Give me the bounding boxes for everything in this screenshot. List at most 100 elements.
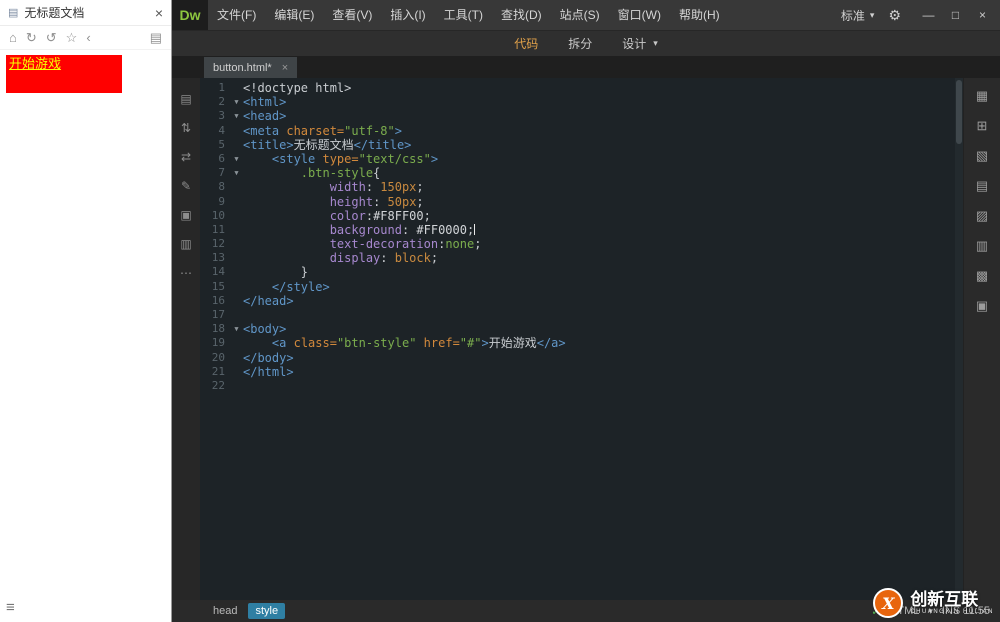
behaviors-panel-icon[interactable]: ▩ [976,268,988,284]
code-token: href= [424,336,460,350]
menu-item-3[interactable]: 插入(I) [381,0,434,30]
code-line[interactable]: 11 background: #FF0000; [200,223,963,237]
chevron-down-icon: ▾ [870,10,875,21]
code-token [243,209,330,223]
code-line[interactable]: 13 display: block; [200,251,963,265]
code-text: <html> [243,95,286,109]
fold-arrow-icon [230,308,243,322]
snippets-icon[interactable]: ▥ [180,237,191,251]
code-line[interactable]: 6▼ <style type="text/css"> [200,152,963,166]
code-line[interactable]: 18▼<body> [200,322,963,336]
code-line[interactable]: 16</head> [200,294,963,308]
menu-item-6[interactable]: 站点(S) [551,0,609,30]
document-tab[interactable]: button.html* × [204,57,297,78]
code-line[interactable]: 15 </style> [200,280,963,294]
files-panel-icon[interactable]: ▦ [976,88,988,104]
code-line[interactable]: 5<title>无标题文档</title> [200,138,963,152]
dreamweaver-logo: Dw [172,0,208,30]
gear-icon[interactable]: ⚙ [888,7,901,24]
code-token: .btn-style [301,166,373,180]
code-line[interactable]: 1<!doctype html> [200,81,963,95]
open-documents-icon[interactable]: ▤ [180,92,191,106]
refresh-icon[interactable]: ↻ [26,30,37,46]
chevron-down-icon[interactable]: ▾ [653,38,658,49]
maximize-button[interactable]: □ [942,0,969,30]
code-line[interactable]: 8 width: 150px; [200,180,963,194]
undo-icon[interactable]: ↺ [46,30,57,46]
start-game-button[interactable]: 开始游戏 [6,55,122,93]
hamburger-menu-icon[interactable]: ≡ [6,599,15,616]
code-token: "utf-8" [344,124,395,138]
fold-arrow-icon[interactable]: ▼ [230,95,243,109]
fold-arrow-icon [230,280,243,294]
assets-panel-icon[interactable]: ▨ [976,208,988,224]
more-tools-icon[interactable]: ⋯ [180,266,192,280]
panel-dock: ▦ ⊞ ▧ ▤ ▨ ▥ ▩ ▣ [963,78,1000,600]
workspace-switcher[interactable]: 标准 ▾ [841,7,875,24]
code-line[interactable]: 20</body> [200,351,963,365]
insert-panel-icon[interactable]: ⊞ [977,118,988,134]
menu-item-5[interactable]: 查找(D) [492,0,551,30]
favorite-star-icon[interactable]: ☆ [66,30,78,46]
fold-arrow-icon[interactable]: ▼ [230,109,243,123]
menu-item-0[interactable]: 文件(F) [208,0,265,30]
close-icon[interactable]: × [155,5,163,21]
file-management-icon[interactable]: ⇅ [181,121,191,135]
code-text: </body> [243,351,294,365]
code-token: <meta [243,124,286,138]
code-line[interactable]: 9 height: 50px; [200,195,963,209]
view-tab-代码[interactable]: 代码 [514,35,538,52]
code-line[interactable]: 19 <a class="btn-style" href="#">开始游戏</a… [200,336,963,350]
preview-toolbar: ⌂ ↻ ↺ ☆ ‹ ▤ [0,26,171,50]
fold-arrow-icon [230,365,243,379]
code-line[interactable]: 3▼<head> [200,109,963,123]
snippets-panel-icon[interactable]: ▥ [976,238,988,254]
menu-item-4[interactable]: 工具(T) [435,0,492,30]
view-tab-设计[interactable]: 设计▾ [622,35,658,52]
menu-item-7[interactable]: 窗口(W) [609,0,670,30]
code-token: 开始游戏 [489,336,537,350]
screen: ▤ 无标题文档 × ⌂ ↻ ↺ ☆ ‹ ▤ 开始游戏 ≡ Dw 文件(F)编辑(E)查看(… [0,0,1000,622]
menu-item-1[interactable]: 编辑(E) [265,0,323,30]
dom-panel-icon[interactable]: ▤ [976,178,988,194]
back-chevron-icon[interactable]: ‹ [86,30,90,45]
code-editor[interactable]: 1<!doctype html>2▼<html>3▼<head>4<meta c… [200,78,963,600]
fold-arrow-icon[interactable]: ▼ [230,166,243,180]
copy-page-icon[interactable]: ▤ [150,30,162,46]
menu-item-8[interactable]: 帮助(H) [670,0,729,30]
css-designer-panel-icon[interactable]: ▧ [976,148,988,164]
close-window-button[interactable]: × [969,0,996,30]
scrollbar-thumb[interactable] [956,80,962,144]
view-tab-拆分[interactable]: 拆分 [568,35,592,52]
code-token: <style [272,152,323,166]
code-line[interactable]: 7▼ .btn-style{ [200,166,963,180]
minimize-button[interactable]: — [915,0,942,30]
tab-close-icon[interactable]: × [282,62,288,74]
code-line[interactable]: 22 [200,379,963,393]
code-line[interactable]: 17 [200,308,963,322]
code-line[interactable]: 14 } [200,265,963,279]
code-text: </html> [243,365,294,379]
code-line[interactable]: 2▼<html> [200,95,963,109]
format-source-icon[interactable]: ✎ [181,179,191,193]
code-text: <head> [243,109,286,123]
live-code-icon[interactable]: ⇄ [181,150,191,164]
fold-arrow-icon [230,180,243,194]
code-token: ; [416,195,423,209]
apply-comment-icon[interactable]: ▣ [180,208,191,222]
code-line[interactable]: 21</html> [200,365,963,379]
tag-selector-head[interactable]: head [206,603,244,619]
code-token: <head> [243,109,286,123]
code-line[interactable]: 4<meta charset="utf-8"> [200,124,963,138]
history-panel-icon[interactable]: ▣ [976,298,988,314]
vertical-scrollbar[interactable] [955,78,963,600]
tag-selector-style[interactable]: style [248,603,285,619]
menu-item-2[interactable]: 查看(V) [323,0,381,30]
code-line[interactable]: 12 text-decoration:none; [200,237,963,251]
code-token: : [402,223,416,237]
code-line[interactable]: 10 color:#F8FF00; [200,209,963,223]
fold-arrow-icon[interactable]: ▼ [230,322,243,336]
preview-titlebar: ▤ 无标题文档 × [0,0,171,26]
fold-arrow-icon[interactable]: ▼ [230,152,243,166]
home-icon[interactable]: ⌂ [9,30,17,45]
